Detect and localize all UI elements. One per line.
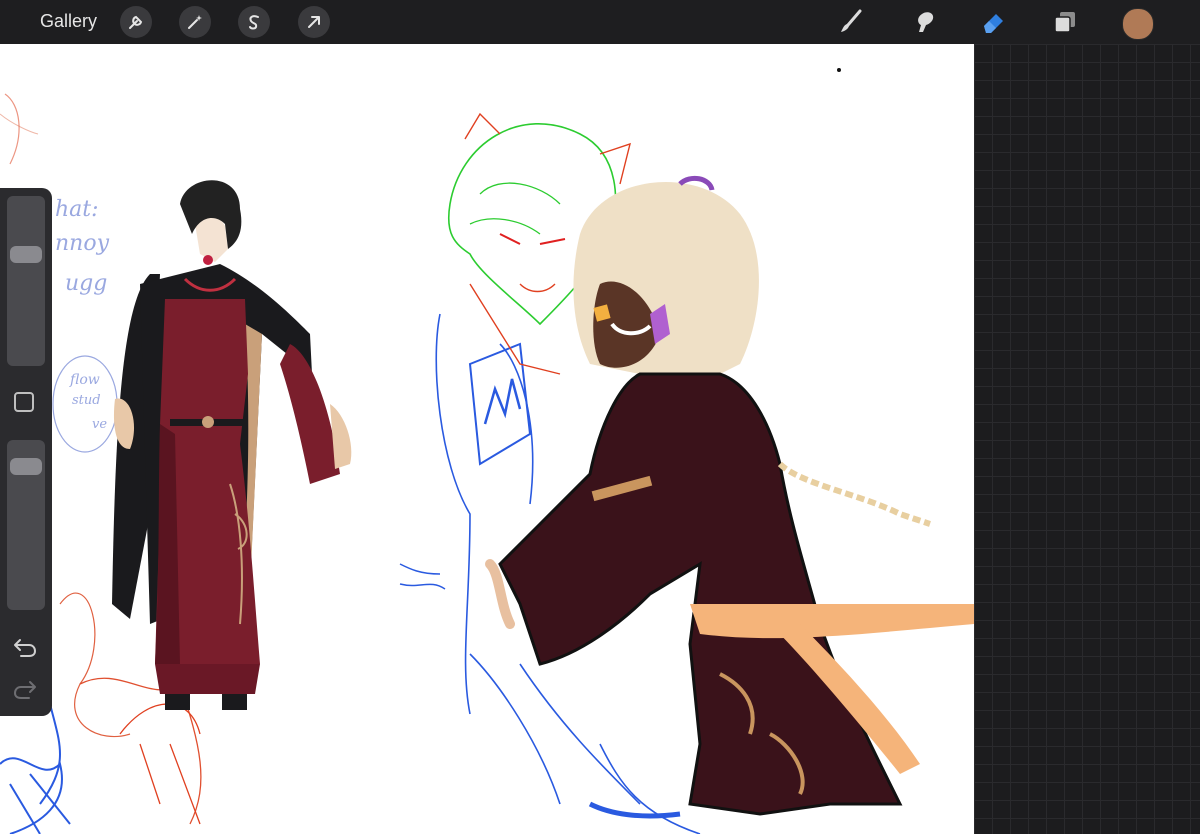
magic-wand-icon[interactable]	[179, 6, 211, 38]
artwork-illustration: hat: nnoy ugg flow stud ve	[0, 68, 974, 834]
bubble-line-1: flow	[69, 372, 100, 388]
modify-square-icon[interactable]	[14, 392, 34, 412]
note-line-1: hat:	[55, 197, 99, 222]
wrench-icon[interactable]	[120, 6, 152, 38]
left-character	[112, 180, 352, 710]
selection-icon[interactable]	[238, 6, 270, 38]
drawing-canvas[interactable]: hat: nnoy ugg flow stud ve	[0, 44, 974, 834]
undo-icon[interactable]	[12, 636, 38, 658]
transform-arrow-icon[interactable]	[298, 6, 330, 38]
brush-size-slider[interactable]	[7, 196, 45, 366]
brush-icon[interactable]	[832, 4, 868, 40]
eraser-icon[interactable]	[976, 4, 1012, 40]
bubble-line-3: ve	[92, 417, 107, 432]
note-line-3: ugg	[65, 271, 107, 296]
top-toolbar: Gallery	[0, 0, 1200, 44]
left-sidebar	[0, 188, 52, 716]
brush-size-knob[interactable]	[10, 246, 42, 263]
smudge-icon[interactable]	[906, 4, 942, 40]
layers-icon[interactable]	[1047, 4, 1083, 40]
redo-icon[interactable]	[12, 678, 38, 700]
gallery-button[interactable]: Gallery	[40, 11, 97, 32]
opacity-knob[interactable]	[10, 458, 42, 475]
blonde-character	[485, 175, 974, 816]
bubble-line-2: stud	[72, 393, 101, 408]
canvas-background-grid	[974, 44, 1200, 834]
note-line-2: nnoy	[55, 231, 110, 256]
opacity-slider[interactable]	[7, 440, 45, 610]
color-swatch[interactable]	[1122, 8, 1154, 40]
